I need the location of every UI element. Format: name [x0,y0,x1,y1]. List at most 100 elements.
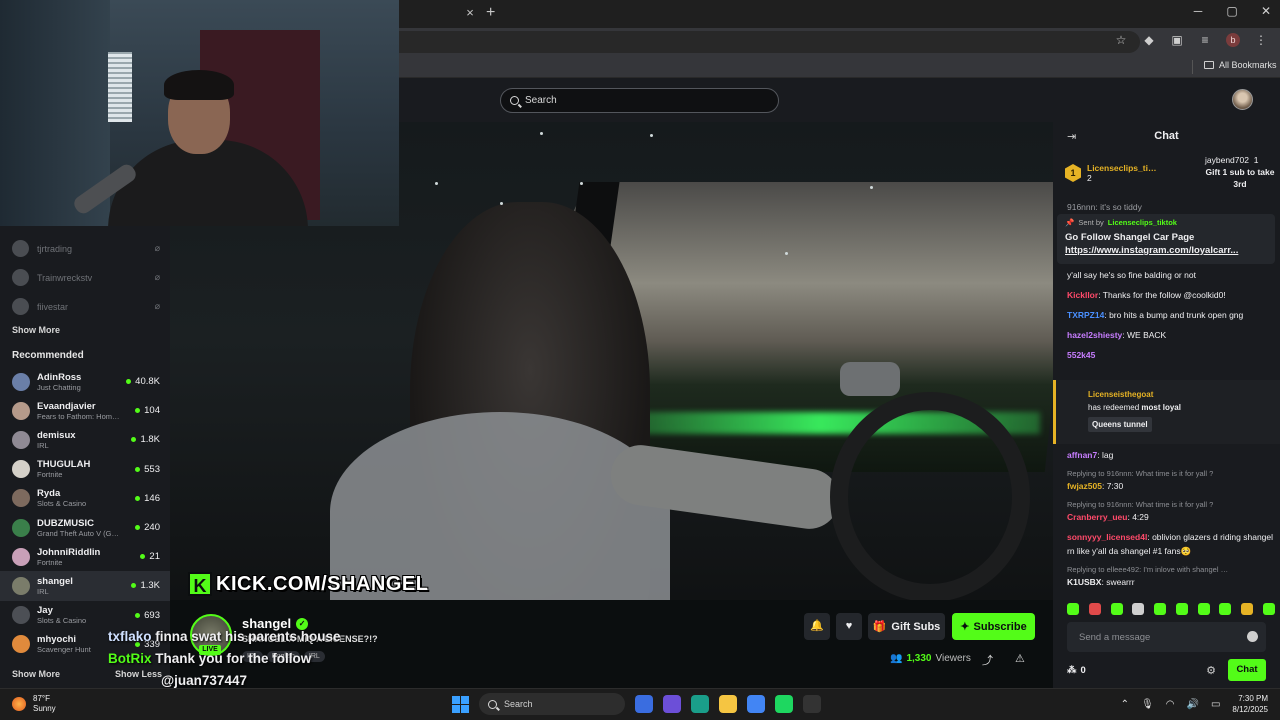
menu-kebab-icon[interactable]: ⋮ [1254,33,1268,47]
pinned-text: Go Follow Shangel Car Page https://www.i… [1065,231,1267,257]
chat-message-input[interactable]: Send a message [1067,622,1266,652]
chat-username[interactable]: Kickllor [1067,290,1098,300]
profile-avatar[interactable]: b [1226,33,1240,47]
reply-context[interactable]: Replying to 916nnn: What time is it for … [1067,468,1275,479]
show-more-followed[interactable]: Show More [12,325,60,335]
sent-by-label: Sent by [1078,218,1104,227]
tab-close-button[interactable]: × [463,6,477,20]
emote-icon[interactable] [1241,603,1254,615]
taskbar-search[interactable]: Search [479,693,625,715]
reply-context[interactable]: Replying to elleee492: I'm inlove with s… [1067,564,1275,575]
sidebar-item-ryda[interactable]: Ryda Slots & Casino 146 [0,484,170,513]
emote-icon[interactable] [1067,603,1079,615]
sidebar-item-johnniriddlin[interactable]: JohnniRiddlin Fortnite 21 [0,542,170,571]
emote-icon[interactable] [1197,603,1210,615]
avatar [12,269,29,286]
star-icon: ✦ [960,621,970,633]
reply-context[interactable]: Replying to 916nnn: What time is it for … [1067,499,1275,510]
subscribe-button[interactable]: ✦ Subscribe [952,613,1035,640]
all-bookmarks-button[interactable]: All Bookmarks [1204,60,1277,70]
chat-username[interactable]: TXRPZ14 [1067,310,1104,320]
emote-icon[interactable] [1088,603,1101,615]
omnibox-input[interactable] [380,31,1140,53]
emote-icon[interactable] [1110,603,1123,615]
channel-info: JohnniRiddlin Fortnite [37,547,133,567]
chevron-up-icon[interactable]: ⌃ [1121,699,1129,710]
volume-icon[interactable]: 🔊 [1187,699,1199,710]
sidebar-item-shangel[interactable]: shangel IRL 1.3K [0,571,170,601]
second-gifter[interactable]: jaybend702 1 Gift 1 sub to take 3rd [1205,154,1275,192]
search-input[interactable]: Search [500,88,779,113]
minimize-button[interactable]: ─ [1192,4,1204,18]
windows-start-icon[interactable] [452,695,469,713]
extension-icon[interactable]: ◆ [1142,33,1156,47]
taskbar-app-icon[interactable] [663,695,681,713]
show-more-button[interactable]: Show More [12,669,60,679]
follow-heart-button[interactable]: ♥ [836,613,862,640]
pinned-message[interactable]: 📌 Sent by Licenseclips_tiktok Go Follow … [1057,214,1275,264]
live-dot [135,408,141,414]
chat-username[interactable]: 552k45 [1067,350,1095,360]
sidebar-item-evaandjavier[interactable]: Evaandjavier Fears to Fathom: Hom… 104 [0,396,170,425]
gift-subs-button[interactable]: 🎁 Gift Subs [868,613,945,640]
chat-username[interactable]: K1USBX [1067,577,1101,587]
send-chat-button[interactable]: Chat [1228,659,1266,681]
emote-icon[interactable] [1175,603,1188,615]
chat-text: 4:29 [1132,512,1149,522]
puzzle-icon[interactable]: ▣ [1170,33,1184,47]
pinned-link[interactable]: https://www.instagram.com/loyalcarr... [1065,244,1267,257]
weather-widget[interactable]: 87°F Sunny [12,694,56,714]
followed-item[interactable]: tjrtrading ⌀ [0,234,170,263]
followed-item[interactable]: Trainwreckstv ⌀ [0,263,170,292]
emote-icon[interactable] [1154,603,1167,615]
taskbar-app-icon[interactable] [747,695,765,713]
avatar [12,401,30,420]
sidebar-item-dubzmusic[interactable]: DUBZMUSIC Grand Theft Auto V (G… 240 [0,513,170,542]
battery-icon[interactable]: ▭ [1211,699,1220,710]
emote-icon[interactable] [1262,603,1275,615]
offline-icon: ⌀ [154,301,160,311]
channel-info: Evaandjavier Fears to Fathom: Hom… [37,401,128,421]
taskbar-app-icon[interactable] [803,695,821,713]
sidebar-item-adinross[interactable]: AdinRoss Just Chatting 40.8K [0,367,170,396]
redeem-action: has redeemed [1088,403,1140,412]
chat-username[interactable]: Cranberry_ueu [1067,512,1127,522]
chat-username[interactable]: sonnyyy_licensed4l [1067,532,1147,542]
chat-username[interactable]: fwjaz505 [1067,481,1102,491]
followed-item[interactable]: fiivestar ⌀ [0,292,170,321]
taskbar-app-icon[interactable] [691,695,709,713]
gear-icon[interactable]: ⚙ [1206,664,1216,677]
notification-bell-button[interactable]: 🔔 [804,613,830,640]
emote-icon[interactable] [1132,603,1145,615]
avatar [12,489,30,508]
close-window-button[interactable]: ✕ [1260,4,1272,18]
channel-name: Jay [37,605,53,617]
chat-username[interactable]: hazel2shiesty [1067,330,1122,340]
wifi-icon[interactable]: ◠ [1166,699,1175,710]
chat-username[interactable]: affnan7 [1067,450,1097,460]
microphone-icon[interactable]: 🎙 [1141,699,1154,710]
sidebar-item-thugulah[interactable]: THUGULAH Fortnite 553 [0,455,170,484]
user-avatar[interactable] [1232,89,1253,110]
media-icon[interactable]: ≡ [1198,33,1212,47]
points-icon: ⁂ [1067,664,1077,676]
sidebar-item-demisux[interactable]: demisux IRL 1.8K [0,425,170,454]
emote-icon[interactable] [1219,603,1232,615]
taskbar-app-icon[interactable] [719,695,737,713]
folder-icon [1204,61,1214,69]
taskbar-app-icon[interactable] [635,695,653,713]
taskbar-app-icon[interactable] [775,695,793,713]
offline-icon: ⌀ [154,243,160,253]
top-gifter[interactable]: 1 Licenseclips_ti… 2 [1065,154,1156,192]
new-tab-button[interactable]: + [486,4,495,22]
clock[interactable]: 7:30 PM 8/12/2025 [1232,693,1268,715]
share-icon[interactable]: ⤴ [982,652,993,668]
maximize-button[interactable]: ▢ [1226,4,1238,18]
star-icon[interactable]: ☆ [1114,33,1128,47]
report-icon[interactable]: ⚠ [1015,652,1025,665]
channel-points[interactable]: ⁂ 0 [1067,665,1086,676]
emoji-picker-icon[interactable] [1247,631,1258,642]
gift-subs-label: Gift Subs [891,620,941,633]
search-icon [488,699,497,709]
avatar [12,298,29,315]
